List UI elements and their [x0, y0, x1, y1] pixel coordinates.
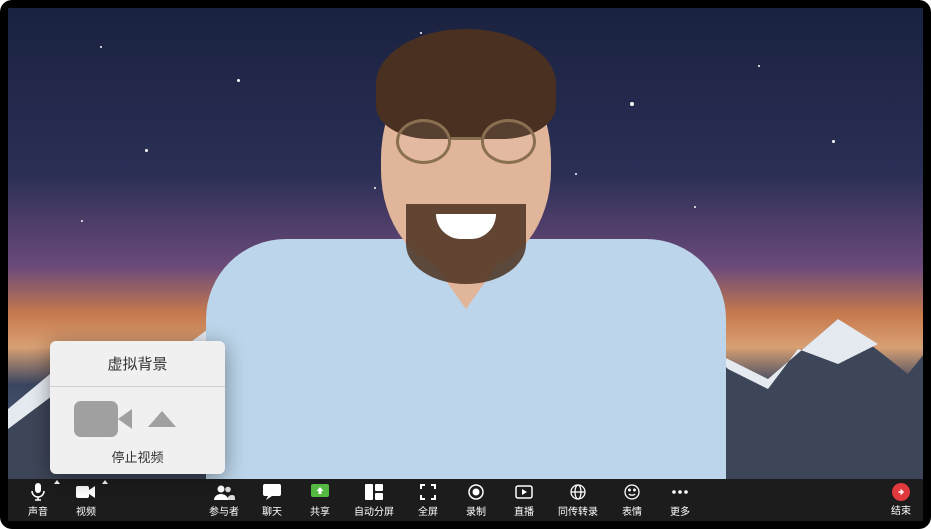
camera-icon[interactable]	[74, 401, 130, 437]
globe-icon	[570, 482, 586, 502]
video-conference-window: 虚拟背景 停止视频 声音 视频	[0, 0, 931, 529]
audio-button[interactable]: 声音	[14, 480, 62, 520]
live-icon	[515, 482, 533, 502]
chat-icon	[263, 482, 281, 502]
emoji-label: 表情	[622, 503, 642, 518]
participants-icon	[213, 482, 235, 502]
more-button[interactable]: 更多	[656, 480, 704, 520]
interpretation-button[interactable]: 同传转录	[548, 480, 608, 520]
live-label: 直播	[514, 503, 534, 518]
video-label: 视频	[76, 503, 96, 518]
record-label: 录制	[466, 503, 486, 518]
auto-split-button[interactable]: 自动分屏	[344, 480, 404, 520]
camera-icon	[76, 482, 96, 502]
stop-video-label: 停止视频	[66, 447, 209, 466]
share-button[interactable]: 共享	[296, 480, 344, 520]
chevron-up-icon[interactable]	[102, 480, 108, 484]
fullscreen-icon	[420, 482, 436, 502]
more-label: 更多	[670, 503, 690, 518]
chevron-up-icon[interactable]	[148, 411, 176, 427]
end-label: 结束	[891, 502, 911, 517]
control-toolbar: 声音 视频 参与者 聊天 共享	[8, 479, 923, 521]
share-label: 共享	[310, 503, 330, 518]
auto-split-label: 自动分屏	[354, 503, 394, 518]
emoji-icon	[624, 482, 640, 502]
participants-label: 参与者	[209, 503, 239, 518]
share-screen-icon	[311, 482, 329, 502]
interpretation-label: 同传转录	[558, 503, 598, 518]
end-icon	[892, 483, 910, 501]
chevron-up-icon[interactable]	[54, 480, 60, 484]
emoji-button[interactable]: 表情	[608, 480, 656, 520]
live-button[interactable]: 直播	[500, 480, 548, 520]
virtual-background-option[interactable]: 虚拟背景	[50, 341, 225, 387]
record-button[interactable]: 录制	[452, 480, 500, 520]
microphone-icon	[31, 482, 45, 502]
end-meeting-button[interactable]: 结束	[885, 481, 917, 519]
participant-avatar	[206, 19, 726, 479]
more-icon	[671, 482, 689, 502]
record-icon	[468, 482, 484, 502]
fullscreen-label: 全屏	[418, 503, 438, 518]
video-options-popup: 虚拟背景 停止视频	[50, 341, 225, 474]
chat-button[interactable]: 聊天	[248, 480, 296, 520]
video-button[interactable]: 视频	[62, 480, 110, 520]
grid-icon	[365, 482, 383, 502]
chat-label: 聊天	[262, 503, 282, 518]
audio-label: 声音	[28, 503, 48, 518]
fullscreen-button[interactable]: 全屏	[404, 480, 452, 520]
participants-button[interactable]: 参与者	[200, 480, 248, 520]
